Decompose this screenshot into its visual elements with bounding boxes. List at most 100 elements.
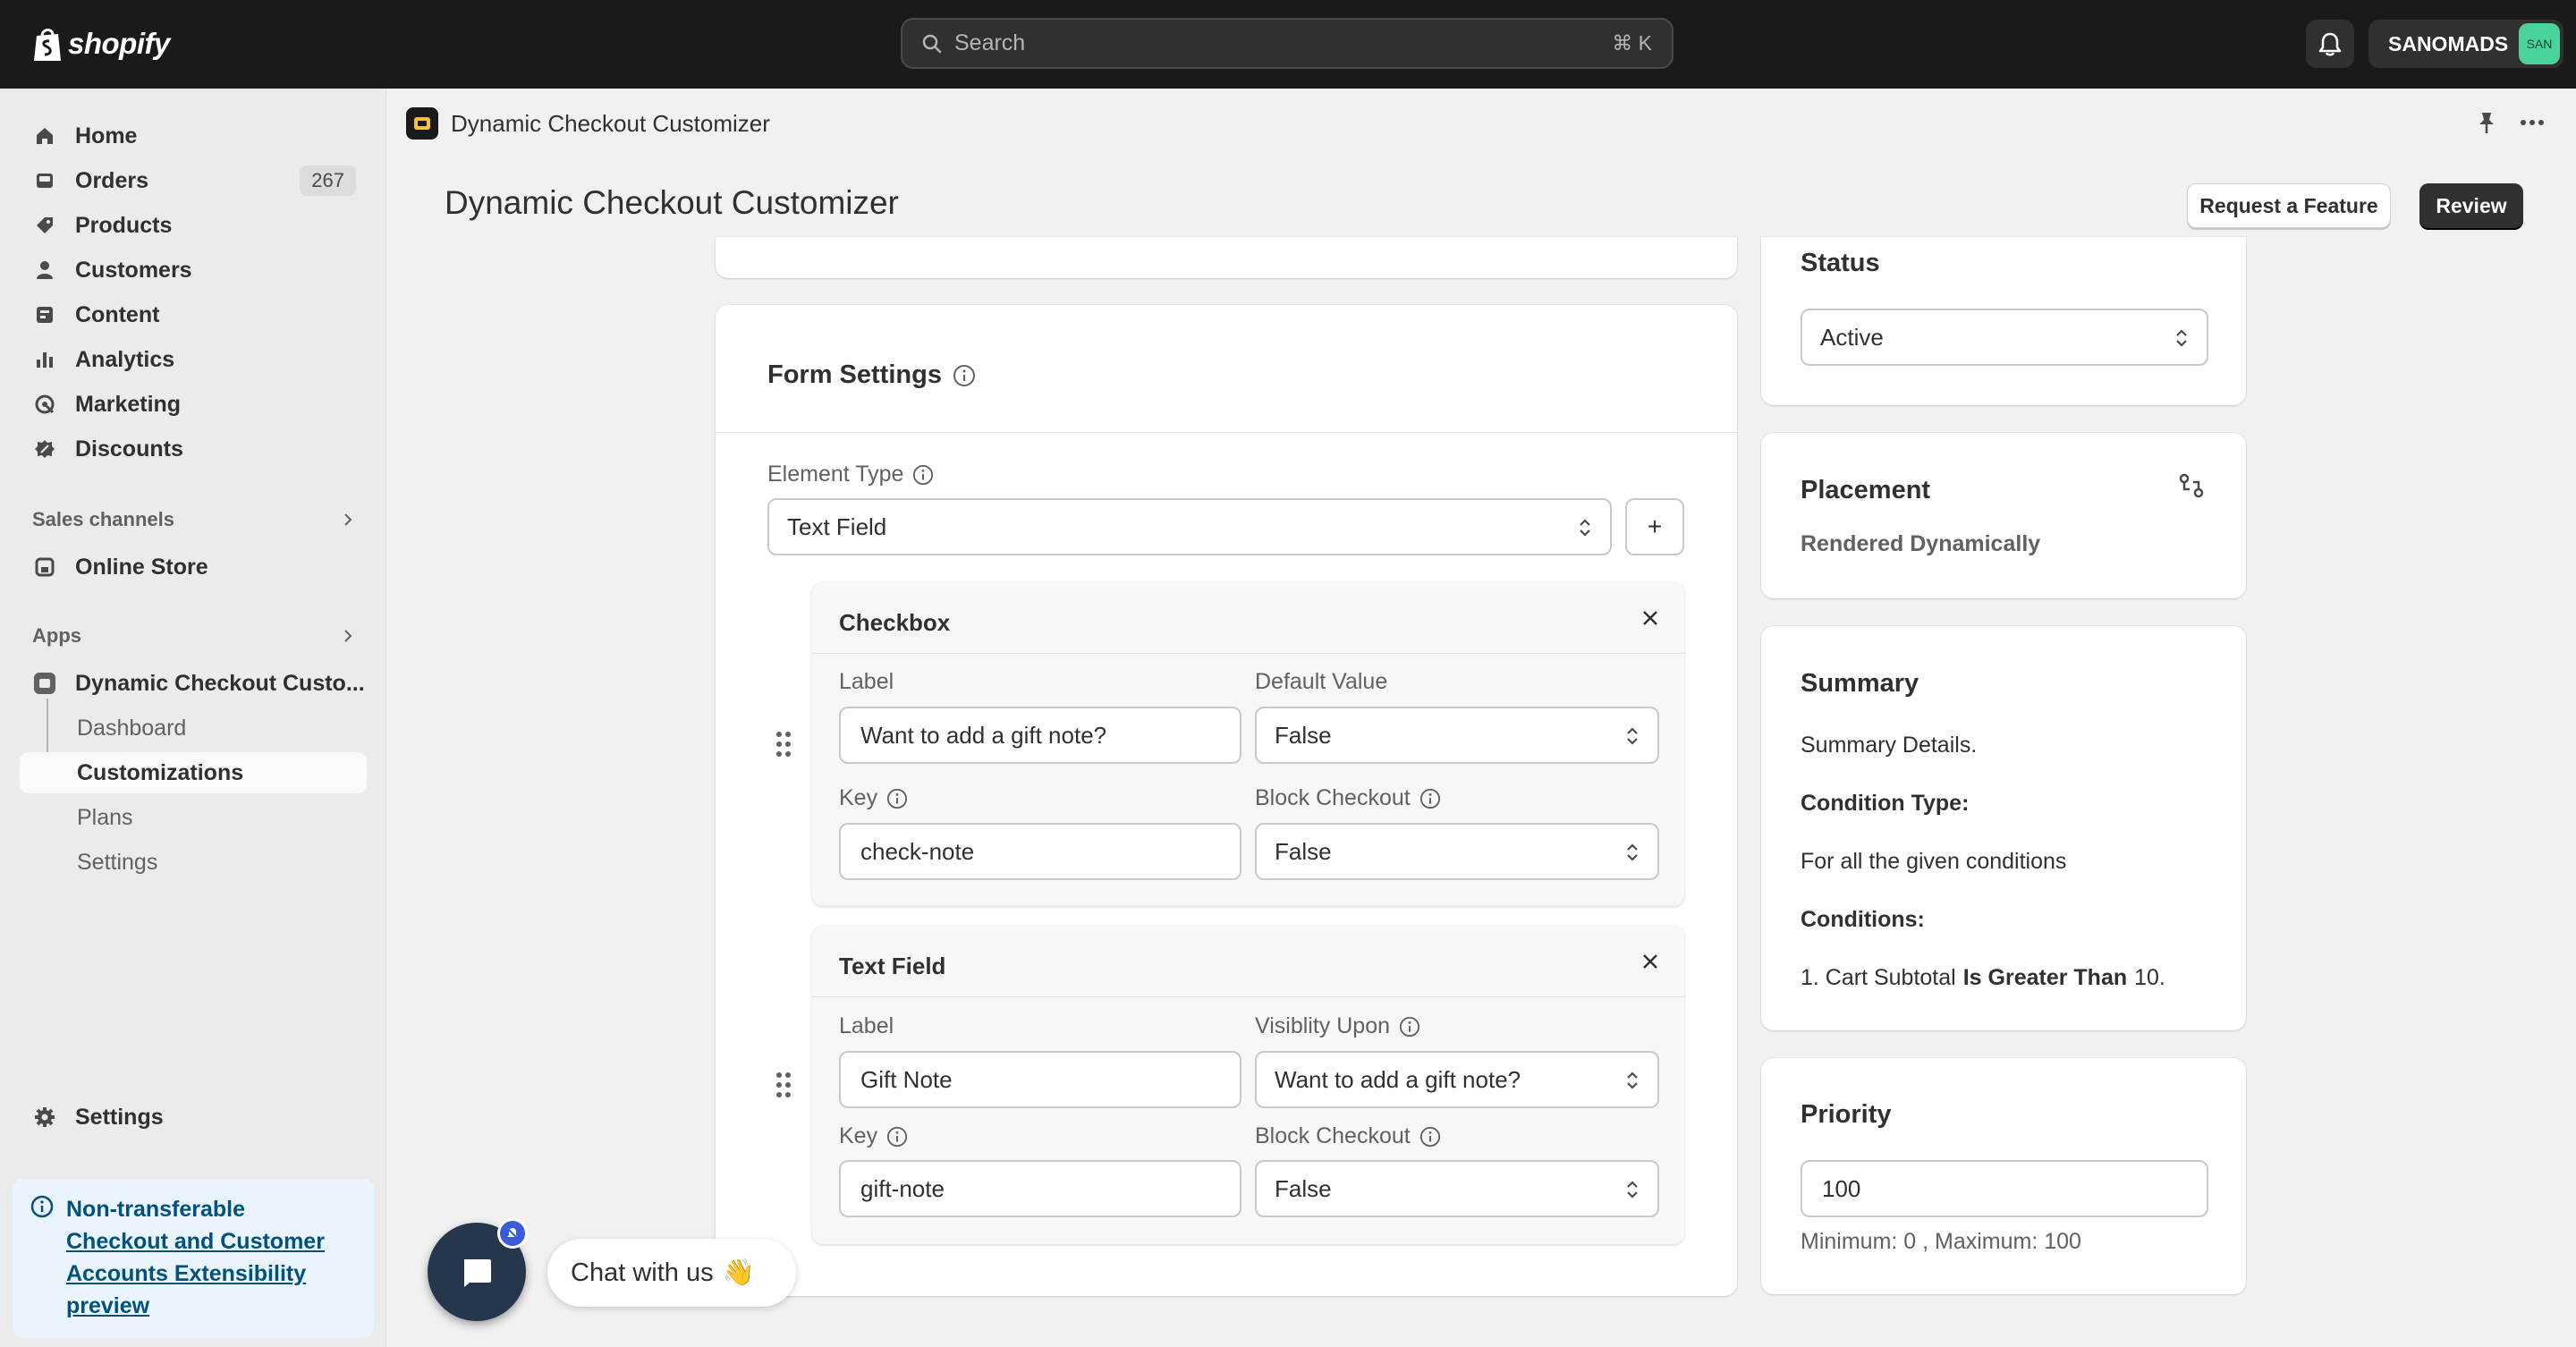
sales-channels-header[interactable]: Sales channels [32, 508, 354, 531]
shopify-logo[interactable]: shopify [32, 21, 170, 66]
condition-1-operator: Is Greater Than [1962, 965, 2128, 990]
info-icon[interactable] [953, 364, 976, 387]
priority-input[interactable]: 100 [1801, 1160, 2208, 1217]
sidebar-item-label: Dynamic Checkout Custo... [75, 670, 365, 696]
sidebar-subitem-customizations[interactable]: Customizations [20, 752, 367, 793]
status-select[interactable]: Active [1801, 309, 2208, 366]
sidebar-subitem-settings[interactable]: Settings [20, 842, 367, 883]
checkbox-key-label: Key [839, 785, 908, 811]
banner-link-line-3[interactable]: preview [66, 1290, 360, 1322]
more-actions-button[interactable] [2519, 111, 2546, 134]
info-icon[interactable] [1419, 1126, 1441, 1148]
select-arrows-icon [1627, 1072, 1638, 1089]
close-icon[interactable] [1641, 609, 1659, 627]
text-field-block-checkout-value: False [1275, 1174, 1332, 1202]
default-value-select[interactable]: False [1255, 707, 1659, 764]
apps-header[interactable]: Apps [32, 624, 354, 648]
chat-icon [464, 1259, 491, 1287]
swap-placement-button[interactable] [2178, 472, 2205, 499]
visibility-upon-select[interactable]: Want to add a gift note? [1255, 1051, 1659, 1108]
banner-link-line-2[interactable]: Accounts Extensibility [66, 1258, 360, 1290]
info-icon[interactable] [886, 788, 908, 809]
checkbox-key-value: check-note [860, 837, 975, 865]
search-bar[interactable]: Search ⌘ K [901, 18, 1674, 69]
condition-1-prefix: 1. Cart Subtotal [1801, 965, 1956, 990]
sidebar-subitem-plans[interactable]: Plans [20, 797, 367, 838]
text-field-block-checkout-label-text: Block Checkout [1255, 1123, 1411, 1148]
sidebar-item-label: Online Store [75, 554, 208, 580]
text-field-label-input[interactable]: Gift Note [839, 1051, 1241, 1108]
element-type-select[interactable]: Text Field [767, 498, 1612, 555]
visibility-upon-label-text: Visiblity Upon [1255, 1013, 1391, 1038]
info-icon[interactable] [886, 1126, 908, 1148]
add-element-button[interactable]: + [1625, 498, 1684, 555]
sidebar-item-analytics[interactable]: Analytics [20, 339, 367, 380]
account-menu[interactable]: SANOMADS SAN [2368, 20, 2563, 68]
chevron-right-icon [344, 630, 352, 642]
sidebar-item-customers[interactable]: Customers [20, 250, 367, 291]
info-icon[interactable] [912, 464, 934, 486]
sidebar-item-home[interactable]: Home [20, 115, 367, 157]
close-icon[interactable] [1641, 953, 1659, 970]
default-value-value: False [1275, 721, 1332, 749]
more-horizontal-icon [2521, 120, 2544, 125]
priority-title: Priority [1801, 1100, 1892, 1129]
sidebar-item-products[interactable]: Products [20, 205, 367, 246]
text-field-key-value: gift-note [860, 1174, 945, 1202]
element-type-label-text: Element Type [767, 462, 904, 487]
tag-icon [32, 213, 57, 238]
app-icon [32, 671, 57, 696]
condition-type-value: For all the given conditions [1801, 849, 2067, 874]
sidebar-subitem-label: Plans [77, 804, 133, 830]
priority-value: 100 [1822, 1174, 1861, 1202]
sidebar-item-discounts[interactable]: Discounts [20, 428, 367, 470]
chevron-right-icon [344, 513, 352, 526]
drag-handle-icon[interactable] [775, 731, 792, 758]
sidebar-subitem-dashboard[interactable]: Dashboard [20, 707, 367, 749]
sales-channels-label: Sales channels [32, 508, 174, 530]
pin-icon [2479, 113, 2494, 133]
notifications-button[interactable] [2306, 20, 2354, 68]
avatar: SAN [2519, 23, 2560, 64]
sidebar-item-app[interactable]: Dynamic Checkout Custo... [20, 663, 367, 704]
banner-text: Non-transferable [66, 1197, 246, 1222]
condition-1: 1. Cart Subtotal Is Greater Than 10. [1801, 965, 2165, 991]
sidebar-item-content[interactable]: Content [20, 294, 367, 335]
home-icon [32, 123, 57, 148]
sidebar-item-label: Customers [75, 257, 192, 283]
sidebar-item-orders[interactable]: Orders 267 [20, 160, 367, 201]
select-arrows-icon [1627, 843, 1638, 861]
sidebar-item-marketing[interactable]: Marketing [20, 384, 367, 425]
checkbox-block-checkout-select[interactable]: False [1255, 823, 1659, 880]
checkbox-key-input[interactable]: check-note [839, 823, 1241, 880]
default-value-label: Default Value [1255, 669, 1387, 695]
pin-button[interactable] [2476, 111, 2497, 134]
form-settings-title-text: Form Settings [767, 360, 942, 389]
sidebar-item-settings[interactable]: Settings [20, 1097, 367, 1138]
search-icon [922, 34, 942, 53]
chat-notification-badge [497, 1218, 528, 1249]
sidebar-item-online-store[interactable]: Online Store [20, 546, 367, 588]
request-feature-button[interactable]: Request a Feature [2187, 183, 2391, 228]
text-field-block-checkout-select[interactable]: False [1255, 1160, 1659, 1217]
chat-with-us-pill[interactable]: Chat with us 👋 [547, 1239, 796, 1307]
checkbox-block-checkout-label-text: Block Checkout [1255, 785, 1411, 810]
checkbox-label-label-text: Label [839, 669, 894, 694]
sidebar-item-label: Products [75, 212, 173, 238]
info-icon[interactable] [1419, 788, 1441, 809]
preview-banner: Non-transferable Checkout and Customer A… [13, 1179, 374, 1338]
drag-handle-icon[interactable] [775, 1072, 792, 1098]
status-title: Status [1801, 249, 1880, 277]
info-icon[interactable] [1399, 1016, 1420, 1038]
condition-type-label: Condition Type: [1801, 791, 1970, 816]
status-value: Active [1820, 323, 1884, 351]
swap-icon [2179, 473, 2204, 498]
sidebar-item-label: Content [75, 301, 160, 327]
banner-link-line-1[interactable]: Checkout and Customer [66, 1225, 360, 1258]
default-value-label-text: Default Value [1255, 669, 1388, 694]
content-icon [32, 302, 57, 327]
checkbox-label-input[interactable]: Want to add a gift note? [839, 707, 1241, 764]
text-field-key-input[interactable]: gift-note [839, 1160, 1241, 1217]
text-field-label-field-label: Label [839, 1013, 894, 1039]
review-button[interactable]: Review [2419, 183, 2523, 228]
